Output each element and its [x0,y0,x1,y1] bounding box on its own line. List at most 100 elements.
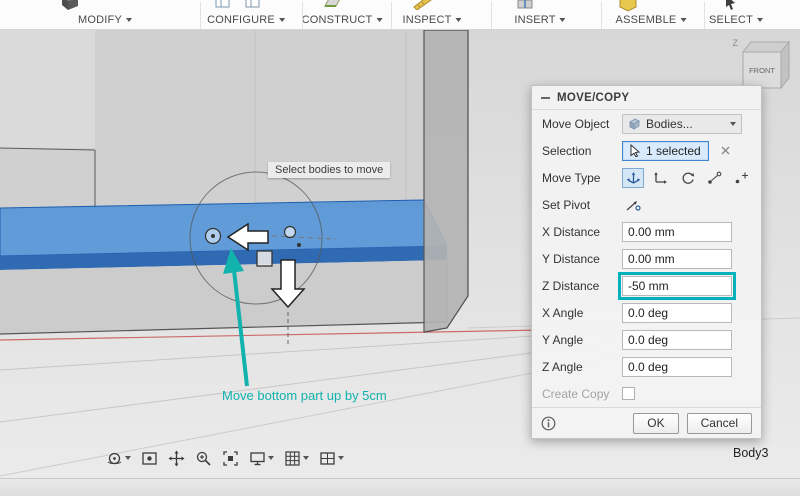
manipulator-plane-handle[interactable] [256,250,273,267]
selection-count: 1 selected [646,143,701,158]
move-object-label: Move Object [542,116,610,131]
timeline-strip [0,478,800,496]
create-copy-row: Create Copy [532,380,761,407]
x-distance-label: X Distance [542,224,601,239]
grid-and-snaps-button[interactable] [284,450,309,467]
box-right-wall [423,30,469,333]
selection-label: Selection [542,143,592,158]
z-distance-input[interactable] [618,271,736,300]
selection-row: Selection 1 selected [532,137,761,164]
chevron-down-icon [338,456,344,460]
chevron-down-icon [303,456,309,460]
y-distance-label: Y Distance [542,251,600,266]
free-move-icon [626,171,640,184]
x-distance-row: X Distance [532,218,761,245]
viewports-button[interactable] [319,450,344,467]
rotate-icon [682,172,694,184]
pan-button[interactable] [168,450,185,467]
viewports-icon [320,451,335,465]
annotation-text: Move bottom part up by 5cm [222,388,387,403]
toolbar-separator [302,2,303,29]
close-icon [721,146,730,155]
toolbar-separator [200,2,201,29]
menu-inspect[interactable]: INSPECT [402,14,462,26]
z-angle-row: Z Angle [532,353,761,380]
viewport-tooltip: Select bodies to move [268,162,391,178]
selection-button[interactable]: 1 selected [622,140,709,161]
configure-theme-table-icon [245,0,260,8]
move-object-row: Move Object Bodies... [532,110,761,137]
viewcube-front-face: FRONT [749,66,775,75]
menu-modify[interactable]: MODIFY [78,14,132,26]
manipulator-rotate-handle[interactable] [283,225,297,239]
info-icon[interactable] [541,416,556,431]
chevron-down-icon [376,18,383,22]
x-distance-input[interactable] [622,221,732,242]
look-at-button[interactable] [141,450,158,467]
orbit-button[interactable] [106,450,131,467]
create-copy-checkbox[interactable] [622,387,635,400]
menu-construct[interactable]: CONSTRUCT [302,14,383,26]
chevron-down-icon [268,456,274,460]
bodies-icon [629,118,640,130]
move-object-dropdown[interactable]: Bodies... [622,113,742,134]
toolbar-separator [391,2,392,29]
configure-table-icon [215,0,230,8]
nav-toolbar [106,447,344,469]
menu-select[interactable]: SELECT [709,14,763,26]
y-angle-label: Y Angle [542,332,584,347]
display-settings-button[interactable] [249,450,274,467]
zoom-button[interactable] [195,450,212,467]
modify-icon [62,0,78,10]
insert-icon [517,0,533,9]
menu-configure-label: CONFIGURE [207,14,275,26]
set-pivot-icon [626,200,641,211]
translate-icon [653,171,667,184]
ok-button[interactable]: OK [633,412,679,434]
display-settings-icon [250,451,265,465]
orbit-icon [107,452,122,464]
z-angle-input[interactable] [622,356,732,377]
menu-inspect-label: INSPECT [402,14,452,26]
menu-assemble[interactable]: ASSEMBLE [616,14,687,26]
x-angle-label: X Angle [542,305,584,320]
z-distance-row: Z Distance [532,271,761,300]
toolbar-separator [704,2,705,29]
chevron-down-icon [730,121,736,126]
move-type-point-to-position-button[interactable] [730,168,752,188]
chevron-down-icon [559,18,566,22]
assemble-icon [619,0,637,12]
move-type-translate-button[interactable] [649,168,671,188]
pan-icon [168,450,185,466]
toolbar-separator [491,2,492,29]
y-angle-input[interactable] [622,329,732,350]
move-type-row: Move Type [532,164,761,191]
dialog-footer: OK Cancel [532,407,761,438]
create-copy-label: Create Copy [542,386,610,401]
fit-button[interactable] [222,450,239,467]
chevron-down-icon [680,18,687,22]
collapse-icon[interactable] [541,96,550,99]
z-distance-label: Z Distance [542,278,600,293]
set-pivot-button[interactable] [622,195,644,215]
menu-insert[interactable]: INSERT [514,14,566,26]
y-distance-input[interactable] [622,248,732,269]
move-type-free-move-button[interactable] [622,167,644,188]
chevron-down-icon [125,456,131,460]
menu-construct-label: CONSTRUCT [301,14,373,26]
menu-insert-label: INSERT [514,14,556,26]
x-angle-input[interactable] [622,302,732,323]
menu-select-label: SELECT [709,14,753,26]
inspect-measure-icon [413,0,432,10]
set-pivot-label: Set Pivot [542,197,591,212]
move-object-value: Bodies... [646,116,693,131]
move-type-point-to-point-button[interactable] [703,168,725,188]
chevron-down-icon [757,18,763,22]
move-type-rotate-button[interactable] [676,168,698,188]
cancel-button[interactable]: Cancel [686,412,752,434]
chevron-down-icon [125,18,132,22]
clear-selection-button[interactable] [721,146,730,155]
menu-configure[interactable]: CONFIGURE [207,14,285,26]
fit-icon [223,450,238,466]
dialog-titlebar[interactable]: MOVE/COPY [532,86,761,110]
